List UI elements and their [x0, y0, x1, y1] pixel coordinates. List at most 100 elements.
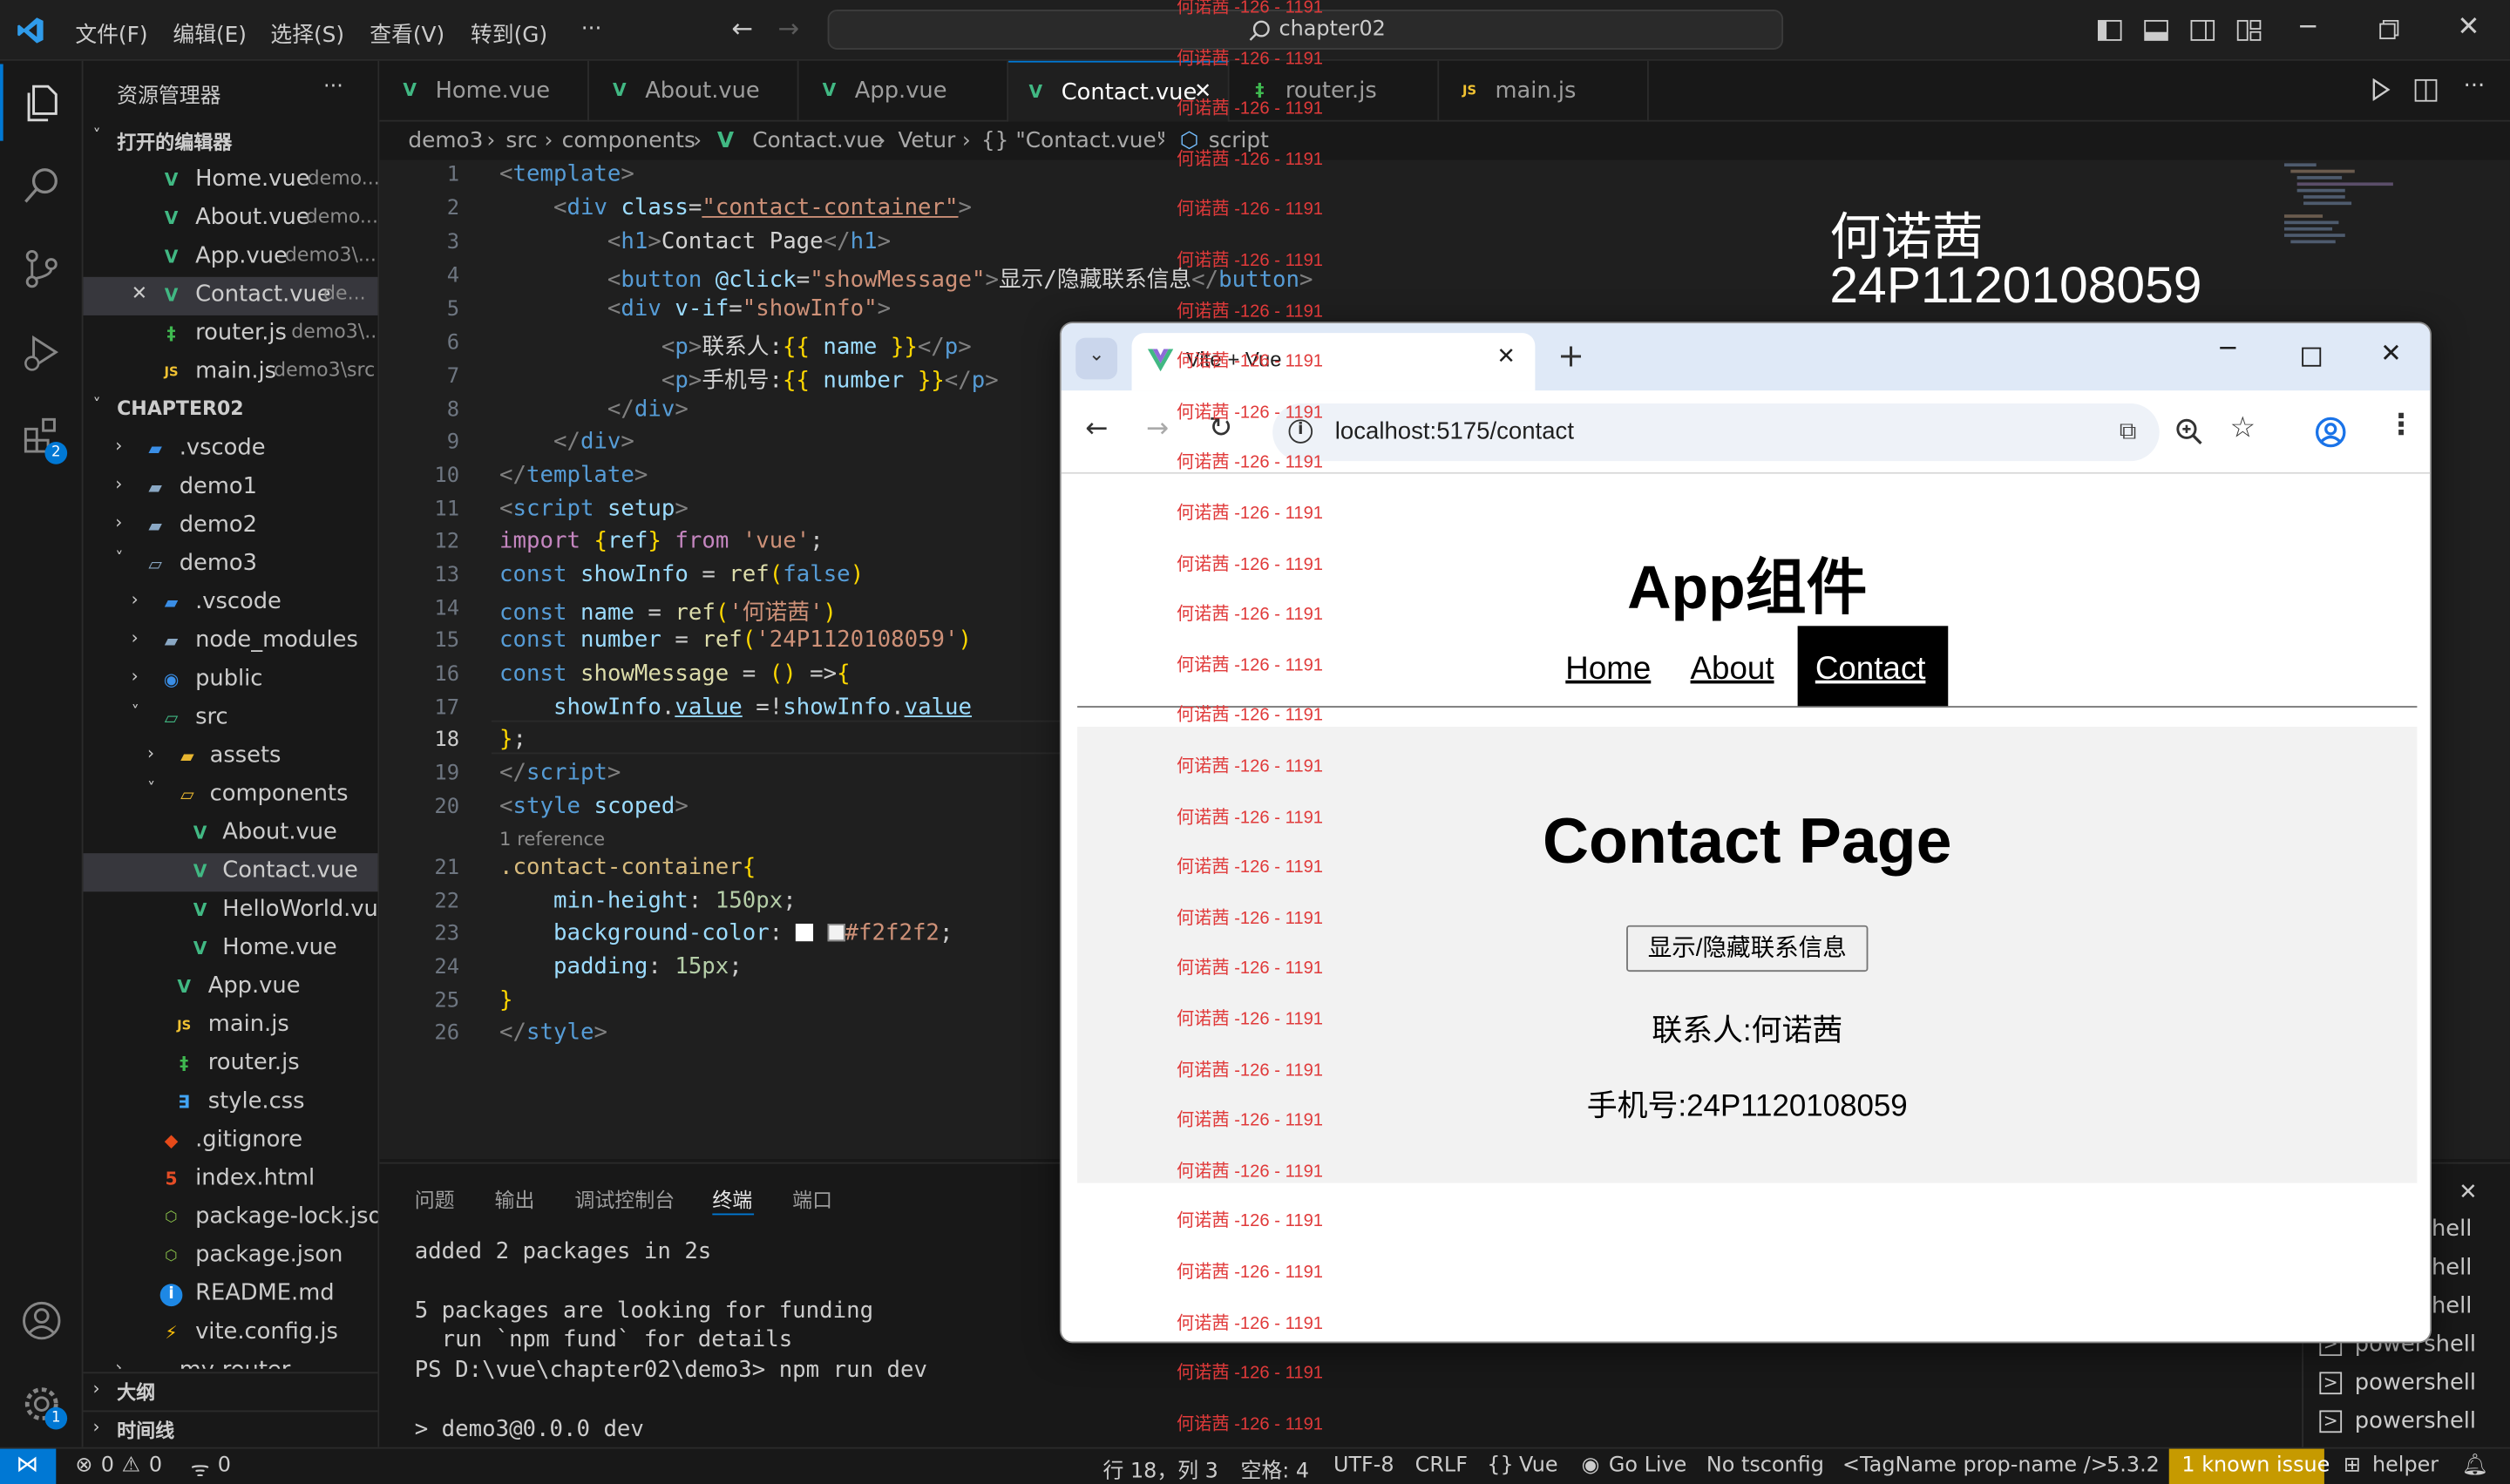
profile-icon[interactable]: [2315, 417, 2347, 449]
source-control-icon[interactable]: [19, 247, 64, 291]
nav-link-home[interactable]: Home: [1565, 652, 1651, 688]
tab-main-js[interactable]: JS main.js: [1439, 60, 1649, 122]
error-icon[interactable]: ⊗: [75, 1454, 92, 1478]
reference-hint[interactable]: 1 reference: [499, 828, 605, 850]
bell-icon[interactable]: 🔔︎: [2462, 1454, 2488, 1478]
open-editor-item[interactable]: V Home.vue demo...: [84, 162, 378, 200]
toggle-secondary-sidebar-icon[interactable]: [2190, 17, 2215, 43]
customize-layout-icon[interactable]: [2236, 17, 2262, 43]
tab-app-vue[interactable]: V App.vue: [799, 60, 1009, 122]
maximize-icon[interactable]: [2302, 347, 2322, 367]
tree-file-selected[interactable]: V Contact.vue: [83, 853, 378, 892]
more-actions-icon[interactable]: ···: [2464, 74, 2486, 99]
tree-folder[interactable]: › ▰ demo2: [84, 507, 378, 545]
tree-file[interactable]: ⚡ vite.config.js: [84, 1314, 378, 1352]
zoom-icon[interactable]: [2175, 417, 2204, 446]
open-editor-item[interactable]: V App.vue demo3\...: [84, 239, 378, 277]
close-window-icon[interactable]: ✕: [2380, 338, 2402, 369]
back-arrow-icon[interactable]: ←: [1085, 413, 1108, 445]
address-bar[interactable]: i localhost:5175/contact ⧉: [1272, 403, 2160, 462]
tab-output[interactable]: 输出: [495, 1183, 535, 1214]
ports-icon[interactable]: ᯤ: [191, 1454, 210, 1483]
tree-folder[interactable]: › ◉ public: [84, 661, 378, 700]
minimize-icon[interactable]: ─: [2221, 333, 2236, 363]
toggle-sidebar-icon[interactable]: [2097, 17, 2122, 43]
open-editor-item-active[interactable]: ✕ V Contact.vue de...: [83, 276, 378, 315]
run-debug-icon[interactable]: [19, 329, 64, 374]
watermark-text: 何诺茜 -126 - 1191: [1176, 251, 1324, 271]
minimap[interactable]: [2283, 160, 2397, 256]
tree-folder[interactable]: › ▰ .vscode: [84, 430, 378, 469]
tree-file[interactable]: V Home.vue: [84, 930, 378, 968]
toggle-panel-icon[interactable]: [2143, 17, 2168, 43]
remote-button[interactable]: ⋈: [0, 1448, 57, 1484]
tree-file[interactable]: ‡ router.js: [84, 1046, 378, 1084]
tree-file[interactable]: V HelloWorld.vue: [84, 891, 378, 930]
tree-folder-open[interactable]: ˅ ▱ components: [84, 776, 378, 815]
explorer-more-icon[interactable]: ···: [323, 75, 343, 99]
tab-terminal[interactable]: 终端: [712, 1183, 752, 1214]
close-tab-icon[interactable]: ✕: [1496, 344, 1516, 369]
line-number: 12: [434, 530, 460, 554]
nav-link-contact-active[interactable]: Contact: [1797, 626, 1949, 708]
run-icon[interactable]: [2369, 78, 2391, 101]
menu-view[interactable]: 查看(V): [370, 16, 444, 48]
menu-file[interactable]: 文件(F): [75, 16, 147, 48]
tab-debug-console[interactable]: 调试控制台: [574, 1183, 675, 1214]
new-tab-icon[interactable]: +: [1557, 336, 1584, 375]
open-editor-item[interactable]: ‡ router.js demo3\...: [84, 315, 377, 354]
project-header[interactable]: ˅ CHAPTER02: [84, 392, 378, 430]
tree-file[interactable]: V About.vue: [84, 815, 378, 853]
tree-file[interactable]: ◆ .gitignore: [84, 1122, 378, 1161]
timeline-header[interactable]: › 时间线: [83, 1410, 378, 1447]
close-icon[interactable]: ✕: [132, 281, 147, 304]
status-bar: ⋈ ⊗ 0 ⚠ 0 ᯤ 0 行 18，列 3 空格: 4 UTF-8 CRLF …: [0, 1447, 2510, 1484]
tree-folder[interactable]: › ▰ node_modules: [84, 623, 378, 661]
browser-menu-icon[interactable]: ⋮: [2387, 408, 2416, 442]
tree-folder[interactable]: › ▰ demo1: [84, 469, 378, 507]
outline-header[interactable]: › 大纲: [83, 1372, 378, 1410]
tab-search-button[interactable]: ⌄: [1075, 337, 1118, 380]
tree-file[interactable]: V App.vue: [84, 968, 378, 1006]
close-panel-icon[interactable]: ✕: [2459, 1180, 2478, 1205]
warning-icon[interactable]: ⚠: [122, 1454, 140, 1478]
forward-arrow-icon[interactable]: →: [778, 13, 800, 44]
tab-about-vue[interactable]: V About.vue: [589, 60, 799, 122]
menu-go[interactable]: 转到(G): [471, 16, 547, 48]
forward-arrow-icon[interactable]: →: [1146, 413, 1169, 445]
tree-file[interactable]: ⬡ package.json: [84, 1237, 378, 1276]
tree-folder-open[interactable]: ˅ ▱ src: [84, 700, 378, 738]
menu-edit[interactable]: 编辑(E): [173, 16, 247, 48]
tree-file[interactable]: i README.md: [84, 1276, 378, 1314]
open-editor-item[interactable]: JS main.js demo3\src: [84, 354, 378, 392]
tab-ports[interactable]: 端口: [792, 1183, 832, 1214]
open-editors-header[interactable]: ˅ 打开的编辑器: [84, 123, 378, 161]
tree-file[interactable]: 5 index.html: [84, 1161, 378, 1199]
explorer-icon[interactable]: [19, 80, 64, 125]
tree-folder-open[interactable]: ˅ ▱ demo3: [84, 545, 378, 584]
tree-file[interactable]: ∃ style.css: [84, 1084, 378, 1122]
tab-home-vue[interactable]: V Home.vue: [379, 60, 589, 122]
minimize-icon[interactable]: ─: [2300, 11, 2316, 42]
translate-icon[interactable]: ⧉: [2120, 417, 2137, 445]
bookmark-star-icon[interactable]: ☆: [2230, 411, 2256, 445]
tree-file[interactable]: JS main.js: [84, 1007, 378, 1046]
open-editor-item[interactable]: V About.vue demo...: [84, 200, 378, 239]
split-editor-icon[interactable]: [2414, 78, 2439, 103]
known-issue-badge[interactable]: 1 known issue: [2168, 1448, 2330, 1484]
back-arrow-icon[interactable]: ←: [731, 13, 753, 44]
tree-folder[interactable]: ›my-router: [84, 1352, 378, 1369]
nav-link-about[interactable]: About: [1691, 652, 1774, 688]
menu-selection[interactable]: 选择(S): [270, 16, 344, 48]
tree-file[interactable]: ⬡ package-lock.json: [84, 1199, 377, 1237]
account-icon[interactable]: [19, 1298, 64, 1343]
toggle-contact-button[interactable]: 显示/隐藏联系信息: [1626, 925, 1869, 972]
tree-folder[interactable]: › ▰ .vscode: [84, 585, 378, 623]
close-window-icon[interactable]: ✕: [2457, 11, 2479, 44]
search-icon[interactable]: [19, 163, 64, 207]
tree-folder[interactable]: › ▰ assets: [84, 738, 378, 776]
restore-icon[interactable]: [2378, 19, 2399, 40]
terminal-prompt[interactable]: PS D:\vue\chapter02\demo3> npm run dev: [415, 1358, 927, 1383]
menu-more[interactable]: ···: [581, 16, 602, 41]
tab-problems[interactable]: 问题: [415, 1183, 455, 1214]
